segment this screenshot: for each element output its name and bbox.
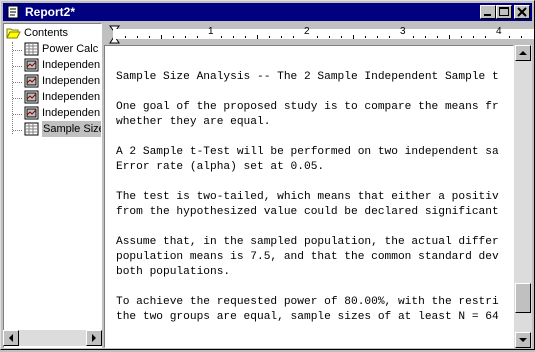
scroll-down-button[interactable]: [515, 332, 531, 348]
tree-line: [13, 66, 22, 67]
doc-line: The test is two-tailed, which means that…: [116, 191, 499, 203]
table-icon: [24, 122, 39, 136]
tree-item-independent-4[interactable]: Independen: [24, 105, 101, 121]
tree-item-label: Independen: [42, 59, 101, 71]
chart-icon: [24, 74, 39, 88]
tree-item-independent-2[interactable]: Independen: [24, 73, 101, 89]
arrow-up-icon: [519, 51, 527, 55]
ruler-mark-3: 3: [400, 26, 406, 37]
report-document[interactable]: Sample Size Analysis -- The 2 Sample Ind…: [104, 45, 514, 348]
contents-tree[interactable]: Contents Power Calc Independen Independe…: [3, 23, 102, 348]
document-vertical-scrollbar[interactable]: [514, 45, 532, 348]
ruler-strip: [113, 29, 534, 39]
tree-item-independent-1[interactable]: Independen: [24, 57, 101, 73]
window-title: Report2*: [25, 5, 76, 19]
scroll-left-button[interactable]: [3, 330, 19, 346]
arrow-right-icon: [92, 334, 96, 342]
chart-icon: [24, 58, 39, 72]
minimize-icon: [484, 14, 491, 16]
doc-line: the two groups are equal, sample sizes o…: [116, 311, 499, 323]
tree-item-power-calc[interactable]: Power Calc: [24, 41, 101, 57]
doc-line: Sample Size Analysis -- The 2 Sample Ind…: [116, 71, 499, 83]
tree-item-sample-size[interactable]: Sample Size: [24, 121, 101, 137]
tree-item-label: Independen: [42, 107, 101, 119]
tree-root-contents[interactable]: Contents: [6, 25, 101, 41]
doc-line: One goal of the proposed study is to com…: [116, 101, 499, 113]
close-icon: [517, 7, 527, 17]
doc-line: A 2 Sample t-Test will be performed on t…: [116, 146, 499, 158]
ruler-ticks: [125, 35, 522, 39]
close-button[interactable]: [514, 5, 530, 19]
ruler-mark-2: 2: [304, 26, 310, 37]
scroll-thumb[interactable]: [515, 283, 531, 313]
maximize-button[interactable]: [496, 5, 512, 19]
tree-item-independent-3[interactable]: Independen: [24, 89, 101, 105]
chart-icon: [24, 90, 39, 104]
ruler-mark-4: 4: [496, 26, 502, 37]
ruler[interactable]: 1 2 3 4: [104, 23, 534, 45]
doc-line: Assume that, in the sampled population, …: [116, 236, 499, 248]
tree-line: [12, 42, 13, 134]
doc-line: To achieve the requested power of 80.00%…: [116, 296, 499, 308]
doc-line: population means is 7.5, and that the co…: [116, 251, 499, 263]
tree-line: [13, 114, 22, 115]
ruler-mark-1: 1: [208, 26, 214, 37]
doc-line: from the hypothesized value could be dec…: [116, 206, 499, 218]
table-icon: [24, 42, 39, 56]
tree-item-label: Independen: [42, 75, 101, 87]
folder-open-icon: [6, 28, 21, 39]
chart-icon: [24, 106, 39, 120]
scroll-right-button[interactable]: [86, 330, 102, 346]
title-bar[interactable]: Report2*: [3, 3, 532, 21]
doc-line: whether they are equal.: [116, 116, 271, 128]
maximize-icon: [499, 7, 509, 16]
report-window: Report2* Contents Power Calc Independen …: [0, 0, 535, 350]
tree-line: [13, 98, 22, 99]
minimize-button[interactable]: [480, 5, 496, 19]
scroll-up-button[interactable]: [515, 45, 531, 61]
doc-line: Error rate (alpha) set at 0.05.: [116, 161, 325, 173]
tree-line: [13, 82, 22, 83]
tree-item-label: Sample Size: [42, 121, 101, 137]
tree-horizontal-scrollbar[interactable]: [3, 330, 102, 346]
doc-line: both populations.: [116, 266, 231, 278]
tree-line: [13, 130, 22, 131]
tree-item-label: Power Calc: [42, 43, 99, 55]
tree-root-label: Contents: [24, 27, 69, 39]
tree-item-label: Independen: [42, 91, 101, 103]
report-text: Sample Size Analysis -- The 2 Sample Ind…: [116, 70, 499, 325]
document-icon: [7, 5, 19, 19]
arrow-down-icon: [519, 338, 527, 342]
arrow-left-icon: [9, 334, 13, 342]
tree-line: [13, 50, 22, 51]
